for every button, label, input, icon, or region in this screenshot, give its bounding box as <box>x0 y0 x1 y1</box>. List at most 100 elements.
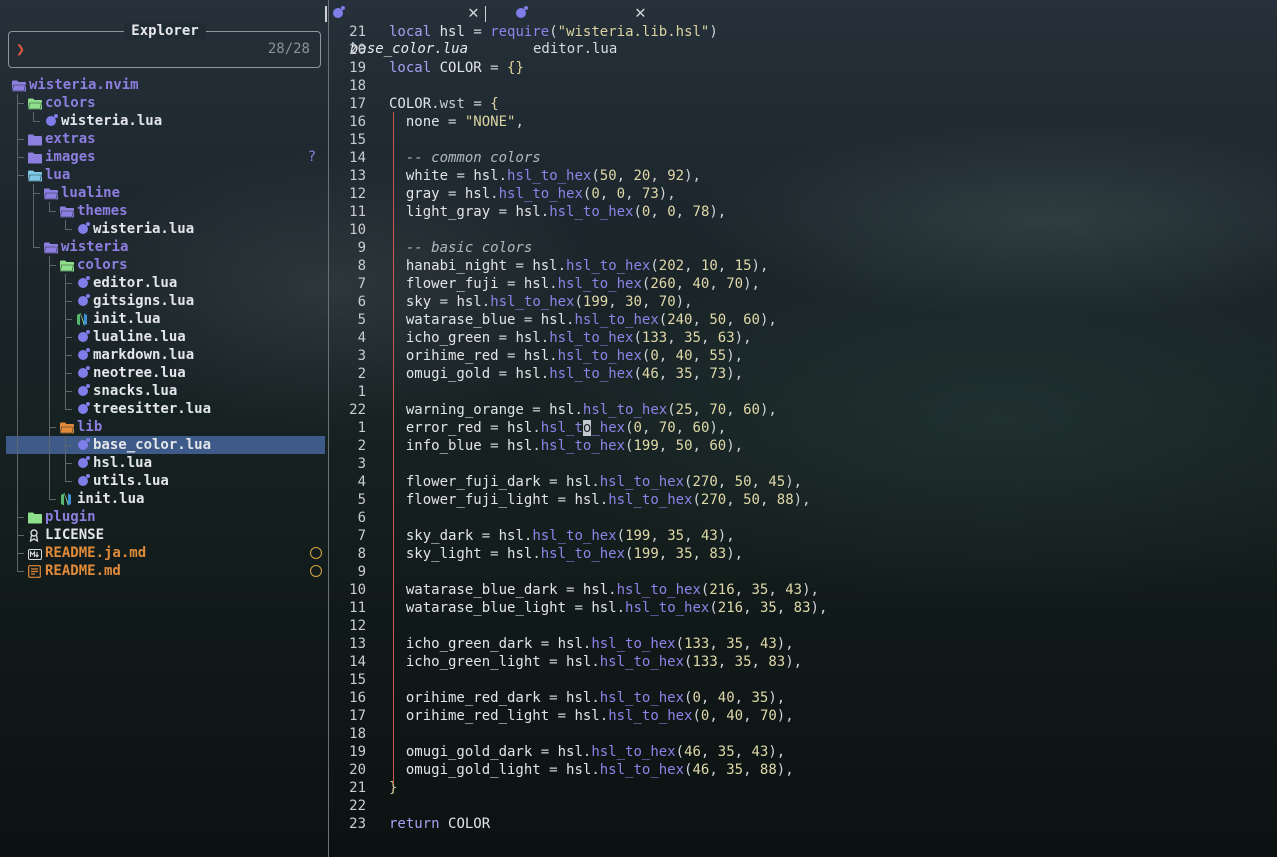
tree-file[interactable]: hsl.lua <box>0 454 328 472</box>
tree-file[interactable]: markdown.lua <box>0 346 328 364</box>
code-line[interactable]: light_gray = hsl.hsl_to_hex(0, 0, 78), <box>389 203 726 221</box>
line-number: 13 <box>349 168 366 184</box>
tree-guide <box>49 328 50 346</box>
line-number: 18 <box>349 726 366 742</box>
tree-guide <box>49 292 50 310</box>
tree-guide <box>17 292 18 310</box>
folder-open-icon <box>60 259 74 272</box>
tree-file[interactable]: snacks.lua <box>0 382 328 400</box>
code-line[interactable]: sky_light = hsl.hsl_to_hex(199, 35, 83), <box>389 545 743 563</box>
line-number: 11 <box>349 204 366 220</box>
lua-icon <box>78 456 90 468</box>
tree-folder[interactable]: extras <box>0 130 328 148</box>
git-modified-icon <box>310 565 322 577</box>
folder-open-icon <box>44 187 58 200</box>
tree-item-label: wisteria <box>61 239 129 255</box>
tree-guide <box>65 220 72 230</box>
tree-file[interactable]: utils.lua <box>0 472 328 490</box>
markdown-icon <box>28 547 42 560</box>
tree-item-label: README.ja.md <box>45 545 147 561</box>
tree-folder[interactable]: colors <box>0 256 328 274</box>
code-line[interactable]: omugi_gold_light = hsl.hsl_to_hex(46, 35… <box>389 761 794 779</box>
lua-icon <box>78 474 90 486</box>
close-icon[interactable]: ✕ <box>468 4 479 22</box>
tree-guide <box>49 202 56 212</box>
code-line[interactable]: -- basic colors <box>389 239 532 257</box>
code-line[interactable]: local COLOR = {} <box>389 59 524 77</box>
tree-file[interactable]: lualine.lua <box>0 328 328 346</box>
tree-file[interactable]: gitsigns.lua <box>0 292 328 310</box>
tree-folder[interactable]: lib <box>0 418 328 436</box>
tree-guide <box>49 418 50 436</box>
code-line[interactable]: error_red = hsl.hsl_to_hex(0, 70, 60), <box>389 419 726 437</box>
code-line[interactable]: icho_green_dark = hsl.hsl_to_hex(133, 35… <box>389 635 794 653</box>
lua-icon <box>46 114 58 126</box>
code-line[interactable]: -- common colors <box>389 149 541 167</box>
explorer-title: Explorer <box>124 23 206 39</box>
tree-file[interactable]: init.lua <box>0 490 328 508</box>
tree-root[interactable]: wisteria.nvim <box>0 76 328 94</box>
line-number: 14 <box>349 150 366 166</box>
tree-item-label: lualine <box>61 185 121 201</box>
code-line[interactable]: flower_fuji = hsl.hsl_to_hex(260, 40, 70… <box>389 275 760 293</box>
tree-guide <box>65 328 66 346</box>
line-number: 1 <box>357 384 366 400</box>
line-number: 23 <box>349 816 366 832</box>
tree-guide <box>49 418 56 428</box>
code-line[interactable]: warning_orange = hsl.hsl_to_hex(25, 70, … <box>389 401 777 419</box>
tree-guide <box>17 472 18 490</box>
tree-file[interactable]: treesitter.lua <box>0 400 328 418</box>
tree-folder[interactable]: colors <box>0 94 328 112</box>
code-line[interactable]: hanabi_night = hsl.hsl_to_hex(202, 10, 1… <box>389 257 769 275</box>
explorer-title-wrap: Explorer <box>0 22 330 40</box>
code-line[interactable]: icho_green_light = hsl.hsl_to_hex(133, 3… <box>389 653 802 671</box>
close-icon[interactable]: ✕ <box>635 4 646 22</box>
line-number: 12 <box>349 186 366 202</box>
code-line[interactable]: watarase_blue = hsl.hsl_to_hex(240, 50, … <box>389 311 777 329</box>
code-line[interactable]: sky = hsl.hsl_to_hex(199, 30, 70), <box>389 293 693 311</box>
tree-file[interactable]: wisteria.lua <box>0 220 328 238</box>
tree-file[interactable]: LICENSE <box>0 526 328 544</box>
code-editor[interactable]: 21 local hsl = require("wisteria.lib.hsl"… <box>329 22 1277 857</box>
tree-folder[interactable]: lualine <box>0 184 328 202</box>
tree-folder[interactable]: themes <box>0 202 328 220</box>
code-line[interactable]: watarase_blue_dark = hsl.hsl_to_hex(216,… <box>389 581 819 599</box>
tree-folder[interactable]: lua <box>0 166 328 184</box>
code-line[interactable]: local hsl = require("wisteria.lib.hsl") <box>389 23 718 41</box>
tree-item-label: gitsigns.lua <box>93 293 195 309</box>
tree-file[interactable]: editor.lua <box>0 274 328 292</box>
tree-file[interactable]: init.lua <box>0 310 328 328</box>
code-line[interactable]: return COLOR <box>389 815 490 833</box>
line-number: 17 <box>349 96 366 112</box>
line-number: 14 <box>349 654 366 670</box>
code-line[interactable]: orihime_red_dark = hsl.hsl_to_hex(0, 40,… <box>389 689 785 707</box>
tab-base-color[interactable]: base_color.lua <box>333 4 468 57</box>
code-line[interactable]: flower_fuji_light = hsl.hsl_to_hex(270, … <box>389 491 811 509</box>
code-line[interactable]: orihime_red = hsl.hsl_to_hex(0, 40, 55), <box>389 347 743 365</box>
code-line[interactable]: white = hsl.hsl_to_hex(50, 20, 92), <box>389 167 701 185</box>
code-line[interactable]: omugi_gold_dark = hsl.hsl_to_hex(46, 35,… <box>389 743 785 761</box>
tree-item-label: treesitter.lua <box>93 401 212 417</box>
tree-folder[interactable]: images? <box>0 148 328 166</box>
code-line[interactable]: COLOR.wst = { <box>389 95 499 113</box>
tree-folder[interactable]: wisteria <box>0 238 328 256</box>
tree-file[interactable]: base_color.lua <box>6 436 325 454</box>
code-line[interactable]: gray = hsl.hsl_to_hex(0, 0, 73), <box>389 185 676 203</box>
tree-guide <box>17 94 18 112</box>
tree-file[interactable]: README.md <box>0 562 328 580</box>
code-line[interactable]: none = "NONE", <box>389 113 524 131</box>
code-line[interactable]: orihime_red_light = hsl.hsl_to_hex(0, 40… <box>389 707 794 725</box>
tab-editor[interactable]: editor.lua <box>516 4 617 57</box>
code-line[interactable]: sky_dark = hsl.hsl_to_hex(199, 35, 43), <box>389 527 735 545</box>
code-line[interactable]: icho_green = hsl.hsl_to_hex(133, 35, 63)… <box>389 329 752 347</box>
tree-guide <box>65 346 72 356</box>
tree-file[interactable]: neotree.lua <box>0 364 328 382</box>
code-line[interactable]: info_blue = hsl.hsl_to_hex(199, 50, 60), <box>389 437 743 455</box>
code-line[interactable]: watarase_blue_light = hsl.hsl_to_hex(216… <box>389 599 828 617</box>
code-line[interactable]: omugi_gold = hsl.hsl_to_hex(46, 35, 73), <box>389 365 743 383</box>
code-line[interactable]: flower_fuji_dark = hsl.hsl_to_hex(270, 5… <box>389 473 802 491</box>
tree-item-label: init.lua <box>93 311 161 327</box>
tree-folder[interactable]: plugin <box>0 508 328 526</box>
tree-file[interactable]: README.ja.md <box>0 544 328 562</box>
tree-file[interactable]: wisteria.lua <box>0 112 328 130</box>
